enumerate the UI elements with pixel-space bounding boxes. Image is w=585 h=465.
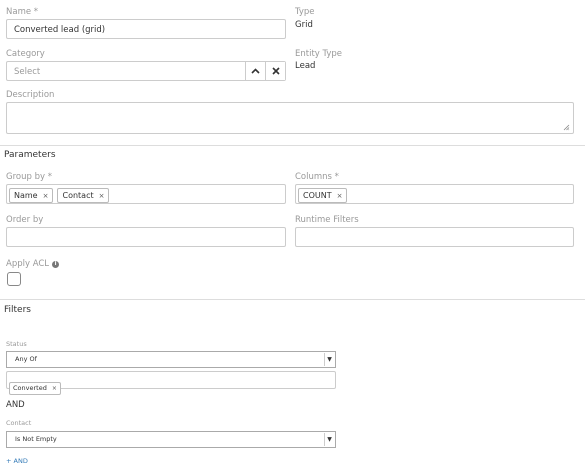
status-tag-converted: Converted × [9, 381, 61, 395]
group-by-input[interactable]: Name × Contact × [6, 184, 286, 204]
columns-label: Columns * [295, 172, 339, 182]
category-label: Category [6, 49, 45, 59]
parameters-title: Parameters [4, 150, 56, 160]
remove-icon[interactable]: × [52, 385, 57, 392]
name-input[interactable]: Converted lead (grid) [6, 19, 286, 39]
type-value: Grid [295, 20, 313, 30]
resize-handle-icon[interactable] [563, 124, 570, 131]
runtime-filters-label: Runtime Filters [295, 215, 359, 225]
order-by-label: Order by [6, 215, 44, 225]
caret-down-icon: ▼ [324, 353, 334, 366]
runtime-filters-input[interactable] [295, 227, 574, 247]
columns-tag-count: COUNT × [298, 188, 348, 203]
and-separator: AND [6, 400, 25, 410]
category-placeholder: Select [14, 67, 41, 77]
entity-type-value: Lead [295, 61, 316, 71]
description-label: Description [6, 90, 55, 100]
apply-acl-label: Apply ACL [6, 259, 50, 269]
caret-down-icon: ▼ [324, 433, 334, 446]
status-operator-value: Any Of [15, 355, 37, 363]
divider [0, 299, 585, 300]
divider [0, 145, 585, 146]
name-label: Name * [6, 7, 39, 17]
remove-icon[interactable]: × [337, 192, 343, 200]
category-select[interactable]: Select [6, 61, 286, 81]
filters-title: Filters [4, 305, 31, 315]
category-clear-button[interactable] [265, 62, 285, 80]
chevron-up-icon [251, 68, 260, 74]
contact-operator-select[interactable]: Is Not Empty ▼ [6, 431, 336, 448]
info-icon: i [52, 260, 60, 268]
order-by-input[interactable] [6, 227, 286, 247]
remove-icon[interactable]: × [43, 192, 49, 200]
name-value: Converted lead (grid) [14, 25, 106, 35]
group-by-tag-contact: Contact × [57, 188, 110, 203]
contact-filter-label: Contact [6, 419, 32, 427]
contact-operator-value: Is Not Empty [15, 435, 57, 443]
status-operator-select[interactable]: Any Of ▼ [6, 351, 336, 368]
remove-icon[interactable]: × [99, 192, 105, 200]
add-and-link[interactable]: + AND [6, 457, 28, 465]
columns-input[interactable]: COUNT × [295, 184, 574, 204]
group-by-tag-name: Name × [9, 188, 54, 203]
category-toggle-button[interactable] [245, 62, 265, 80]
apply-acl-label-wrap: Apply ACL i [6, 259, 60, 269]
status-filter-label: Status [6, 340, 27, 348]
clear-icon [271, 67, 280, 75]
group-by-label: Group by * [6, 172, 52, 182]
type-label: Type [295, 7, 315, 17]
apply-acl-checkbox[interactable] [7, 272, 21, 286]
description-textarea[interactable] [6, 102, 574, 134]
entity-type-label: Entity Type [295, 49, 343, 59]
status-values-input[interactable]: Converted × [6, 371, 336, 395]
